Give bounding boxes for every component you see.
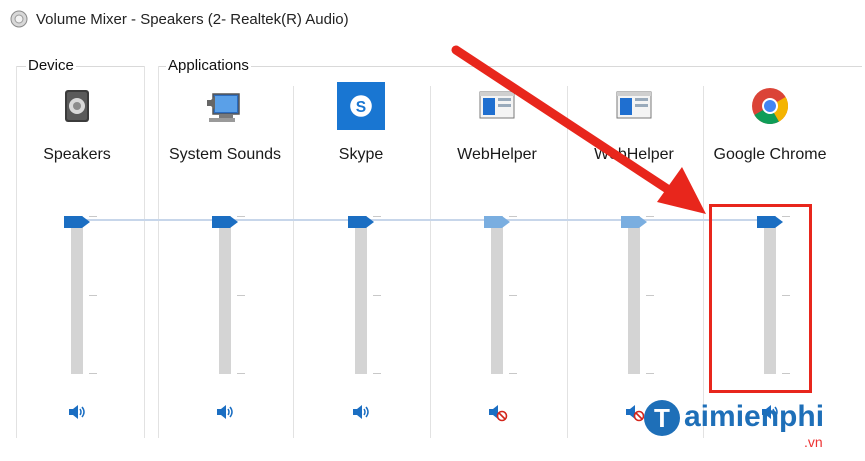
window-title: Volume Mixer - Speakers (2- Realtek(R) A… bbox=[36, 11, 349, 28]
tick bbox=[89, 295, 97, 296]
watermark-domain: .vn bbox=[804, 434, 823, 450]
volume-slider-track[interactable] bbox=[355, 216, 367, 374]
volume-slider-fill bbox=[491, 216, 503, 374]
app-column-system-sounds: System Sounds bbox=[158, 86, 292, 438]
device-frame-right bbox=[144, 66, 145, 438]
volume-slider-thumb[interactable] bbox=[64, 216, 90, 228]
mute-toggle-speaker-icon[interactable] bbox=[350, 401, 372, 423]
tick bbox=[646, 295, 654, 296]
speaker-icon[interactable] bbox=[57, 86, 97, 126]
svg-text:T: T bbox=[654, 403, 670, 433]
webhelper-icon[interactable] bbox=[477, 86, 517, 126]
volume-slider-thumb[interactable] bbox=[348, 216, 374, 228]
skype-icon[interactable]: S bbox=[337, 82, 385, 130]
tick bbox=[237, 373, 245, 374]
volume-slider-thumb[interactable] bbox=[621, 216, 647, 228]
slider-ticks bbox=[646, 216, 654, 374]
muted-speaker-icon[interactable] bbox=[486, 401, 508, 423]
app-column-webhelper: WebHelper bbox=[430, 86, 564, 438]
tick bbox=[89, 216, 97, 217]
volume-slider-fill bbox=[628, 216, 640, 374]
tick bbox=[646, 373, 654, 374]
tick bbox=[646, 216, 654, 217]
applications-group-label: Applications bbox=[166, 57, 251, 74]
app-column-skype: S Skype bbox=[294, 82, 428, 438]
tick bbox=[373, 295, 381, 296]
volume-slider-track[interactable] bbox=[491, 216, 503, 374]
slider-ticks bbox=[509, 216, 517, 374]
tick bbox=[373, 373, 381, 374]
svg-text:S: S bbox=[356, 99, 366, 116]
watermark-logo: T aimienphi .vn bbox=[640, 394, 860, 454]
volume-slider-thumb[interactable] bbox=[212, 216, 238, 228]
title-bar: Volume Mixer - Speakers (2- Realtek(R) A… bbox=[0, 0, 865, 40]
annotation-highlight-box bbox=[709, 204, 812, 393]
mute-toggle-speaker-icon[interactable] bbox=[66, 401, 88, 423]
tick bbox=[373, 216, 381, 217]
applications-group-line bbox=[158, 66, 862, 67]
tick bbox=[509, 216, 517, 217]
device-group-label: Device bbox=[26, 57, 76, 74]
tick bbox=[509, 373, 517, 374]
volume-slider-track[interactable] bbox=[219, 216, 231, 374]
webhelper-icon[interactable] bbox=[614, 86, 654, 126]
watermark-brand: aimienphi bbox=[684, 400, 825, 433]
volume-slider-track[interactable] bbox=[628, 216, 640, 374]
slider-ticks bbox=[237, 216, 245, 374]
app-name: WebHelper bbox=[457, 146, 537, 163]
speaker-app-icon bbox=[10, 10, 28, 28]
volume-slider-fill bbox=[355, 216, 367, 374]
chrome-icon[interactable] bbox=[750, 86, 790, 126]
app-name: Google Chrome bbox=[713, 146, 827, 163]
watermark-t-icon: T bbox=[644, 400, 680, 436]
device-name: Speakers bbox=[43, 146, 111, 163]
slider-ticks bbox=[373, 216, 381, 374]
volume-slider-track[interactable] bbox=[71, 216, 83, 374]
slider-ticks bbox=[89, 216, 97, 374]
mute-toggle-speaker-icon[interactable] bbox=[214, 401, 236, 423]
app-name: System Sounds bbox=[168, 146, 282, 163]
system-sounds-icon[interactable] bbox=[205, 86, 245, 126]
device-column-speakers: Speakers bbox=[10, 86, 144, 438]
app-name: Skype bbox=[338, 146, 384, 163]
volume-slider-fill bbox=[71, 216, 83, 374]
tick bbox=[237, 295, 245, 296]
app-name: WebHelper bbox=[594, 146, 674, 163]
app-column-webhelper: WebHelper bbox=[567, 86, 701, 438]
tick bbox=[509, 295, 517, 296]
tick bbox=[237, 216, 245, 217]
volume-slider-fill bbox=[219, 216, 231, 374]
tick bbox=[89, 373, 97, 374]
volume-slider-thumb[interactable] bbox=[484, 216, 510, 228]
